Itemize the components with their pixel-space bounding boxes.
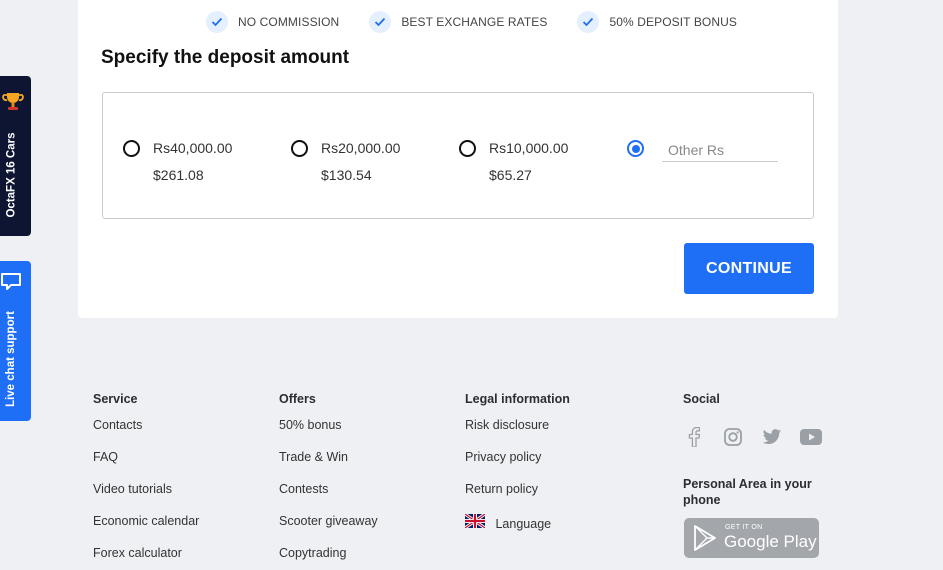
amount-radio[interactable] <box>123 140 140 157</box>
continue-button[interactable]: CONTINUE <box>684 243 814 294</box>
footer-heading-service: Service <box>93 392 138 406</box>
social-links <box>683 426 839 448</box>
amount-value: Rs20,000.00 <box>321 140 401 156</box>
trophy-icon <box>2 93 24 110</box>
amount-radio[interactable] <box>291 140 308 157</box>
language-selector[interactable]: Language <box>464 512 552 532</box>
footer-legal: Legal information Risk disclosure Privac… <box>464 392 570 531</box>
language-label: Language <box>495 517 552 531</box>
footer-service: Service Contacts FAQ Video tutorials Eco… <box>93 392 199 560</box>
amount-radio[interactable] <box>459 140 476 157</box>
footer-link-trade-win[interactable]: Trade & Win <box>279 450 348 465</box>
live-chat-label: Live chat support <box>5 311 18 407</box>
deposit-card: NO COMMISSION BEST EXCHANGE RATES 50% DE… <box>78 0 838 318</box>
footer-link-video-tutorials[interactable]: Video tutorials <box>93 482 172 497</box>
feature-label: 50% DEPOSIT BONUS <box>609 15 738 29</box>
feature-item: 50% DEPOSIT BONUS <box>577 11 737 33</box>
footer-heading-social: Social <box>683 392 720 406</box>
other-amount-radio[interactable] <box>627 140 644 157</box>
footer-link-forex-calculator[interactable]: Forex calculator <box>93 546 182 561</box>
deposit-title: Specify the deposit amount <box>101 47 350 68</box>
amount-usd: $261.08 <box>153 167 204 183</box>
amount-selector: Rs40,000.00 $261.08 Rs20,000.00 $130.54 … <box>102 92 814 219</box>
youtube-icon[interactable] <box>800 426 822 448</box>
footer-link-copytrading[interactable]: Copytrading <box>279 546 346 561</box>
footer-link-contests[interactable]: Contests <box>279 482 328 497</box>
footer-link-risk-disclosure[interactable]: Risk disclosure <box>465 418 549 433</box>
footer-heading-legal: Legal information <box>465 392 570 406</box>
footer-link-privacy-policy[interactable]: Privacy policy <box>465 450 541 465</box>
personal-area-title: Personal Area in your phone <box>683 477 812 507</box>
amount-usd: $65.27 <box>489 167 532 183</box>
promo-label: OctaFX 16 Cars <box>5 132 18 218</box>
footer-link-economic-calendar[interactable]: Economic calendar <box>93 514 199 529</box>
footer-social: Social <box>683 392 720 407</box>
check-icon <box>369 11 392 33</box>
check-icon <box>577 11 600 33</box>
google-play-icon <box>694 525 716 551</box>
feature-list: NO COMMISSION BEST EXCHANGE RATES 50% DE… <box>206 11 767 33</box>
promo-side-tab[interactable]: OctaFX 16 Cars <box>0 76 31 236</box>
amount-value: Rs40,000.00 <box>153 140 233 156</box>
gplay-big-text: Google Play <box>724 532 817 551</box>
footer-heading-offers: Offers <box>279 392 316 406</box>
check-icon <box>206 11 228 33</box>
instagram-icon[interactable] <box>722 426 744 448</box>
feature-label: NO COMMISSION <box>238 15 340 29</box>
feature-label: BEST EXCHANGE RATES <box>401 15 548 29</box>
amount-usd: $130.54 <box>321 167 372 183</box>
chat-bubble-icon <box>1 273 21 290</box>
footer-link-faq[interactable]: FAQ <box>93 450 118 465</box>
google-play-badge[interactable]: GET IT ON Google Play <box>684 518 819 558</box>
footer-link-return-policy[interactable]: Return policy <box>465 482 538 497</box>
other-amount-input[interactable] <box>662 138 778 162</box>
facebook-icon[interactable] <box>683 426 705 448</box>
twitter-icon[interactable] <box>761 426 783 448</box>
footer-link-scooter-giveaway[interactable]: Scooter giveaway <box>279 514 378 529</box>
footer-offers: Offers 50% bonus Trade & Win Contests Sc… <box>279 392 378 560</box>
live-chat-side-tab[interactable]: Live chat support <box>0 261 31 421</box>
uk-flag-icon <box>464 512 486 530</box>
feature-item: NO COMMISSION <box>206 11 339 33</box>
footer-link-contacts[interactable]: Contacts <box>93 418 142 433</box>
footer-link-bonus[interactable]: 50% bonus <box>279 418 342 433</box>
amount-value: Rs10,000.00 <box>489 140 569 156</box>
feature-item: BEST EXCHANGE RATES <box>369 11 547 33</box>
gplay-small-text: GET IT ON <box>725 524 763 531</box>
